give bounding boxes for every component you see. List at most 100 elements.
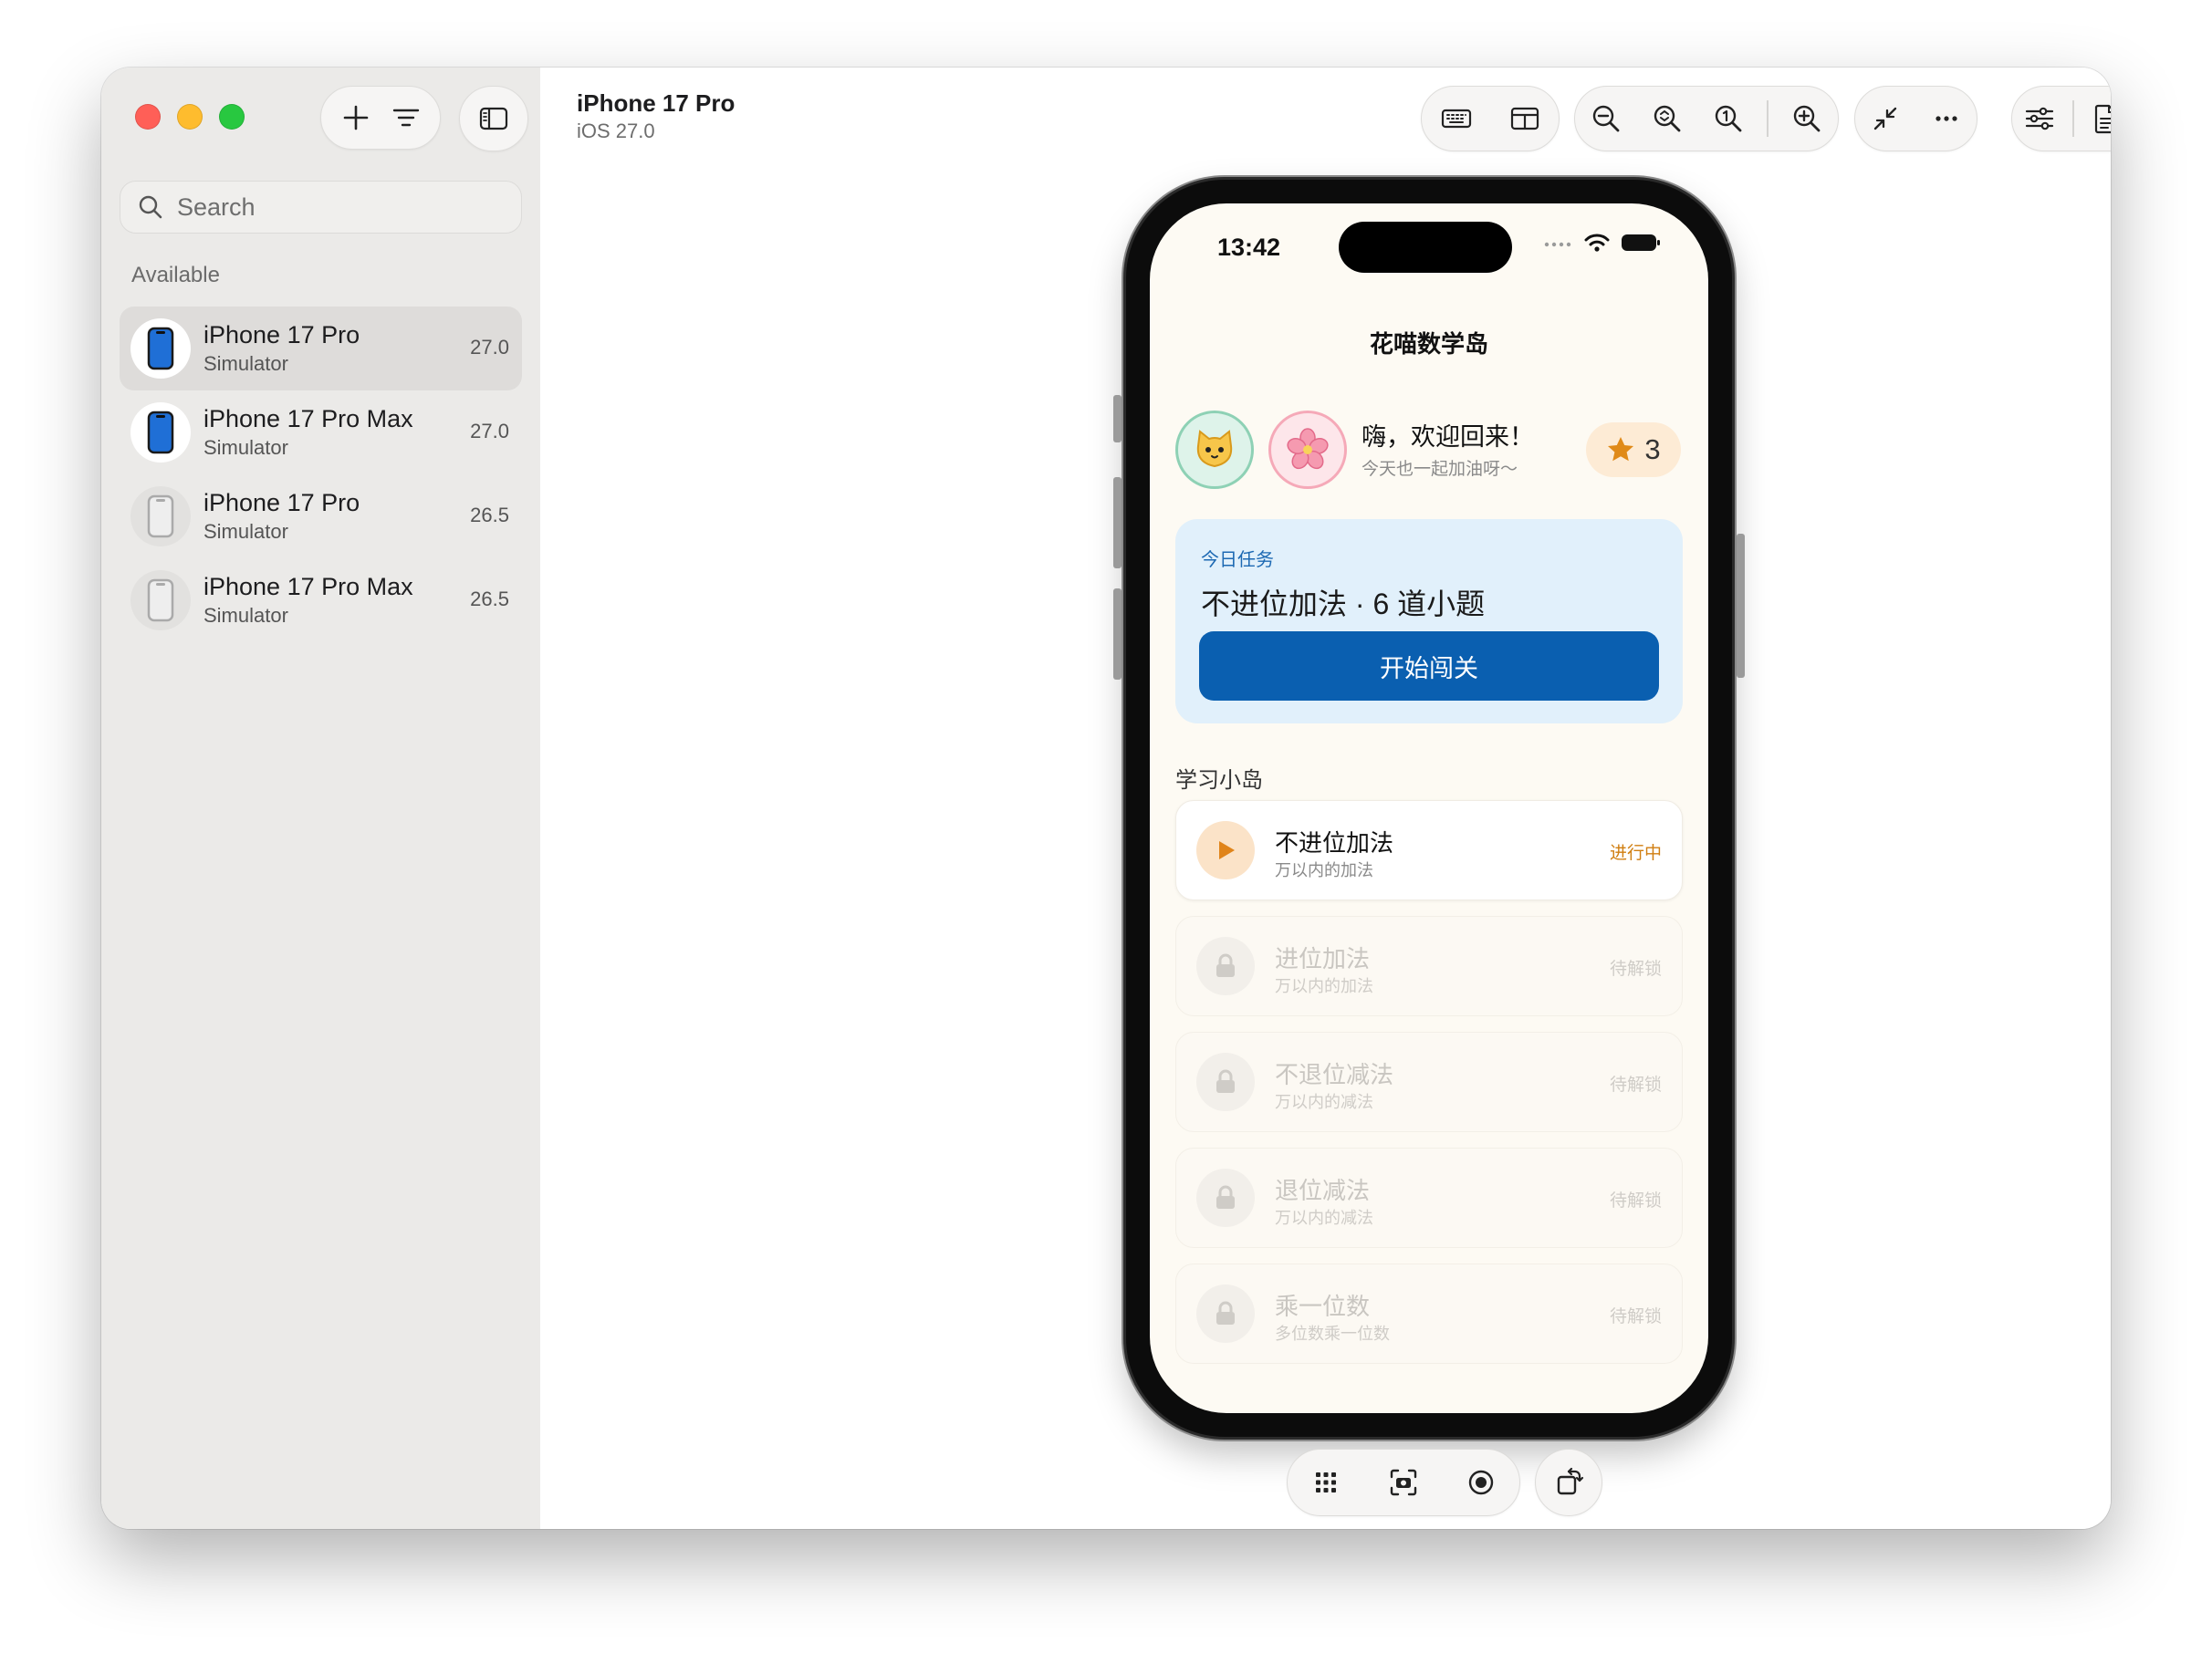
device-type: Simulator xyxy=(203,352,288,375)
toolbar-divider xyxy=(2071,100,2074,137)
device-avatar xyxy=(130,570,191,630)
screenshot-button[interactable] xyxy=(1381,1460,1426,1505)
lesson-subtitle: 万以内的减法 xyxy=(1275,1093,1373,1111)
flower-icon xyxy=(1287,428,1329,470)
device-avatar xyxy=(130,402,191,463)
keyboard-button[interactable] xyxy=(1434,96,1479,141)
zoom-in-button[interactable] xyxy=(1784,96,1830,141)
lesson-item[interactable]: 不退位减法 万以内的减法 待解锁 xyxy=(1175,1032,1683,1132)
sidebar-toggle-container xyxy=(459,86,528,151)
toggle-sidebar-button[interactable] xyxy=(471,96,516,141)
lesson-item[interactable]: 乘一位数 多位数乘一位数 待解锁 xyxy=(1175,1264,1683,1364)
zoom-actual-button[interactable] xyxy=(1706,96,1751,141)
lesson-item[interactable]: 不进位加法 万以内的加法 进行中 xyxy=(1175,800,1683,900)
start-challenge-button[interactable]: 开始闯关 xyxy=(1199,631,1659,701)
zoom-fit-icon xyxy=(1654,105,1681,132)
search-input[interactable] xyxy=(175,192,507,223)
keyboard-icon xyxy=(1441,109,1471,129)
lock-icon xyxy=(1216,953,1235,977)
add-device-button[interactable] xyxy=(333,95,379,140)
device-version: 26.5 xyxy=(470,504,509,526)
zoom-out-icon xyxy=(1592,105,1619,132)
lock-icon-container xyxy=(1196,1053,1255,1111)
islands-section-label: 学习小岛 xyxy=(1175,768,1263,793)
iphone-off-icon xyxy=(147,494,174,538)
device-avatar xyxy=(130,318,191,379)
plus-icon xyxy=(343,105,368,130)
zoom-in-icon xyxy=(1794,105,1821,132)
lesson-subtitle: 万以内的减法 xyxy=(1275,1209,1373,1227)
zoom-out-button[interactable] xyxy=(1583,96,1629,141)
minimize-window-button[interactable] xyxy=(177,104,203,130)
zoom-window-button[interactable] xyxy=(219,104,245,130)
app-title: 花喵数学岛 xyxy=(1369,330,1488,358)
lesson-name: 进位加法 xyxy=(1275,945,1371,972)
lesson-name: 乘一位数 xyxy=(1275,1293,1371,1320)
lesson-status: 进行中 xyxy=(1609,844,1662,863)
status-icons xyxy=(1544,233,1661,253)
settings-button[interactable] xyxy=(2017,96,2062,141)
battery-icon xyxy=(1622,234,1660,251)
phone-screen: 13:42 花喵数学岛 嗨，欢迎回来！ 今天也一起加油呀～ 3 今日任务 不进位… xyxy=(1150,203,1708,1413)
layout-button[interactable] xyxy=(1502,96,1548,141)
task-label: 今日任务 xyxy=(1201,550,1274,570)
filter-button[interactable] xyxy=(383,95,429,140)
avatar-flower[interactable] xyxy=(1268,411,1347,489)
filter-icon xyxy=(392,109,419,127)
device-type: Simulator xyxy=(203,520,288,543)
lesson-status: 待解锁 xyxy=(1609,1307,1662,1326)
greeting-subtext: 今天也一起加油呀～ xyxy=(1362,460,1518,479)
document-button[interactable] xyxy=(2083,96,2111,141)
rotate-button[interactable] xyxy=(1546,1460,1591,1505)
device-item[interactable]: iPhone 17 Pro Simulator 27.0 xyxy=(120,307,522,390)
window-controls xyxy=(135,104,245,130)
task-title: 不进位加法 · 6 道小题 xyxy=(1201,588,1486,620)
settings-sliders-icon xyxy=(2026,107,2054,130)
search-field[interactable] xyxy=(120,181,522,234)
lock-icon-container xyxy=(1196,1284,1255,1343)
more-icon xyxy=(1936,116,1957,121)
iphone-off-icon xyxy=(147,578,174,622)
device-type: Simulator xyxy=(203,604,288,627)
device-avatar xyxy=(130,486,191,546)
lock-icon xyxy=(1216,1185,1235,1209)
toolbar-group-inspect xyxy=(2011,86,2111,151)
volume-down-button xyxy=(1113,588,1122,680)
section-label-available: Available xyxy=(131,263,220,287)
more-button[interactable] xyxy=(1924,96,1969,141)
lesson-name: 不进位加法 xyxy=(1275,829,1394,857)
play-icon-container xyxy=(1196,821,1255,879)
lock-icon xyxy=(1216,1069,1235,1093)
sidebar: Available iPhone 17 Pro Simulator 27.0 i… xyxy=(101,68,540,1529)
device-version: 27.0 xyxy=(470,420,509,442)
sidebar-icon xyxy=(479,107,508,130)
device-item[interactable]: iPhone 17 Pro Max Simulator 27.0 xyxy=(120,390,522,474)
dynamic-island xyxy=(1339,222,1512,273)
star-count-badge[interactable]: 3 xyxy=(1586,422,1681,477)
rotate-icon xyxy=(1557,1467,1584,1495)
device-item[interactable]: iPhone 17 Pro Max Simulator 26.5 xyxy=(120,558,522,642)
lesson-item[interactable]: 退位减法 万以内的减法 待解锁 xyxy=(1175,1148,1683,1248)
zoom-fit-button[interactable] xyxy=(1644,96,1690,141)
device-type: Simulator xyxy=(203,436,288,459)
toolbar-group-window xyxy=(1854,86,1977,151)
action-button xyxy=(1113,395,1122,442)
lesson-item[interactable]: 进位加法 万以内的加法 待解锁 xyxy=(1175,916,1683,1016)
device-item[interactable]: iPhone 17 Pro Simulator 26.5 xyxy=(120,474,522,558)
lesson-name: 不退位减法 xyxy=(1275,1061,1394,1088)
star-count: 3 xyxy=(1644,433,1661,465)
record-button[interactable] xyxy=(1458,1460,1504,1505)
lesson-subtitle: 万以内的加法 xyxy=(1275,977,1373,995)
signal-icon xyxy=(1544,242,1571,247)
home-grid-button[interactable] xyxy=(1303,1460,1349,1505)
status-time: 13:42 xyxy=(1217,234,1281,261)
device-name: iPhone 17 Pro xyxy=(203,489,360,516)
lesson-subtitle: 多位数乘一位数 xyxy=(1275,1325,1390,1343)
close-window-button[interactable] xyxy=(135,104,161,130)
document-icon xyxy=(2095,104,2111,134)
toolbar-divider xyxy=(1767,100,1769,137)
avatar-cat[interactable] xyxy=(1175,411,1254,489)
device-version: 26.5 xyxy=(470,588,509,610)
shrink-button[interactable] xyxy=(1862,96,1908,141)
layout-icon xyxy=(1510,107,1539,130)
